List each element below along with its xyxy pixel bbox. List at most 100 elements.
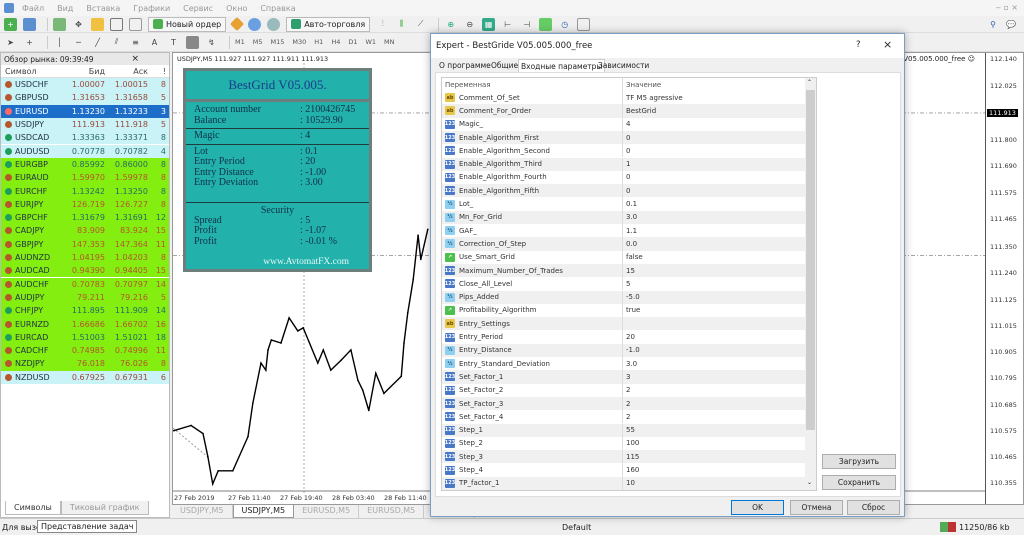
autotrading-button[interactable]: Авто-торговля	[286, 16, 371, 32]
parameter-value[interactable]: 0.1	[623, 200, 637, 208]
column-bid[interactable]: Бид	[71, 67, 105, 76]
parameter-value[interactable]: 2	[623, 413, 630, 421]
parameter-row[interactable]: ½ Entry_Distance -1.0	[442, 343, 805, 357]
search-icon[interactable]: ⚲	[990, 20, 996, 29]
parameter-value[interactable]: false	[623, 253, 643, 261]
window-controls[interactable]: ‒ ▫ ×	[996, 3, 1018, 12]
zoom-out-icon[interactable]: ⊖	[463, 18, 476, 31]
parameter-value[interactable]: 20	[623, 333, 635, 341]
parameter-value[interactable]: -1.0	[623, 346, 640, 354]
parameter-value[interactable]: 115	[623, 453, 639, 461]
scroll-up-icon[interactable]: ⌃	[807, 79, 812, 86]
parameter-value[interactable]: 2	[623, 400, 630, 408]
parameter-row[interactable]: 123 Enable_Algorithm_Fifth 0	[442, 184, 805, 198]
parameter-row[interactable]: 123 Set_Factor_3 2	[442, 396, 805, 411]
parameter-value[interactable]: 4	[623, 120, 630, 128]
parameter-value[interactable]: 0	[623, 173, 630, 181]
load-button[interactable]: Загрузить	[822, 454, 896, 469]
market-watch-row[interactable]: CHFJPY 111.895 111.909 14	[1, 304, 169, 318]
parameter-row[interactable]: 123 Step_2 100	[442, 436, 805, 451]
crosshair-icon[interactable]: +	[23, 36, 36, 49]
menu-item[interactable]: Окно	[226, 4, 247, 13]
tab-tick-chart[interactable]: Тиковый график	[60, 501, 149, 515]
line-chart-icon[interactable]: ⟋	[414, 18, 427, 31]
parameter-row[interactable]: 123 TP_factor_1 10	[442, 476, 805, 490]
tab-about[interactable]: О программе	[437, 59, 493, 72]
column-spread[interactable]: !	[148, 67, 166, 76]
chart-shift-icon[interactable]: ⊢	[501, 18, 514, 31]
menu-item[interactable]: Графики	[133, 4, 170, 13]
parameter-row[interactable]: 123 Maximum_Number_Of_Trades 15	[442, 263, 805, 278]
tab-inputs[interactable]: Входные параметры	[518, 59, 606, 73]
parameter-value[interactable]: 0	[623, 147, 630, 155]
timeframe-W1[interactable]: W1	[365, 38, 376, 46]
parameter-value[interactable]: 0	[623, 134, 630, 142]
parameter-row[interactable]: 123 Step_3 115	[442, 450, 805, 464]
navigator-icon[interactable]	[91, 17, 104, 31]
column-variable[interactable]: Переменная	[442, 78, 623, 92]
parameter-value[interactable]: 1.1	[623, 227, 637, 235]
timeframe-H1[interactable]: H1	[314, 38, 323, 46]
parameter-row[interactable]: 123 Set_Factor_2 2	[442, 383, 805, 397]
parameter-value[interactable]: 0	[623, 187, 630, 195]
parameter-value[interactable]: TF M5 agressive	[623, 94, 683, 102]
menu-item[interactable]: Файл	[22, 4, 44, 13]
parameter-row[interactable]: 123 Enable_Algorithm_Fourth 0	[442, 170, 805, 185]
parameter-value[interactable]: 2	[623, 386, 630, 394]
parameter-row[interactable]: ½ Mn_For_Grid 3.0	[442, 210, 805, 224]
ok-button[interactable]: OK	[731, 500, 784, 515]
market-watch-row[interactable]: NZDUSD 0.67925 0.67931 6	[1, 370, 169, 384]
market-watch-row[interactable]: GBPUSD 1.31653 1.31658 5	[1, 91, 169, 105]
price-axis[interactable]: 112.140 112.025 111.800 111.690 111.575 111.4…	[985, 53, 1023, 504]
parameter-row[interactable]: ½ Correction_Of_Step 0.0	[442, 237, 805, 251]
close-icon[interactable]: ×	[131, 54, 139, 64]
parameter-row[interactable]: 123 Set_Factor_1 3	[442, 370, 805, 384]
timeframe-MN[interactable]: MN	[384, 38, 394, 46]
column-ask[interactable]: Аск	[105, 67, 148, 76]
parameter-row[interactable]: 123 Enable_Algorithm_Second 0	[442, 144, 805, 158]
market-watch-row[interactable]: EURCAD 1.51003 1.51021 18	[1, 330, 169, 344]
cursor-icon[interactable]: ➤	[4, 36, 17, 49]
market-watch-row[interactable]: AUDJPY 79.211 79.216 5	[1, 290, 169, 305]
parameter-row[interactable]: ½ GAF_ 1.1	[442, 224, 805, 238]
parameter-value[interactable]: 1	[623, 160, 630, 168]
market-watch-row[interactable]: GBPCHF 1.31679 1.31691 12	[1, 211, 169, 225]
scrollbar-thumb[interactable]	[806, 90, 815, 430]
chart-tab[interactable]: EURUSD,M5	[359, 505, 425, 518]
chart-tab[interactable]: USDJPY,M5	[232, 505, 295, 518]
rectangle-icon[interactable]	[186, 35, 199, 49]
timeframe-D1[interactable]: D1	[348, 38, 357, 46]
market-watch-row[interactable]: USDCAD 1.33363 1.33371 8	[1, 131, 169, 145]
tab-common[interactable]: Общие	[489, 59, 520, 72]
timeframe-M30[interactable]: M30	[292, 38, 306, 46]
parameter-row[interactable]: ½ Entry_Standard_Deviation 3.0	[442, 357, 805, 371]
market-watch-row[interactable]: EURJPY 126.719 126.727 8	[1, 197, 169, 211]
parameter-value[interactable]: 3.0	[623, 213, 637, 221]
templates-icon[interactable]	[577, 17, 591, 31]
market-watch-row[interactable]: EURUSD 1.13230 1.13233 3	[1, 104, 169, 118]
parameter-value[interactable]: true	[623, 306, 640, 314]
menu-item[interactable]: Вставка	[86, 4, 120, 13]
scroll-down-icon[interactable]: ⌄	[807, 479, 812, 486]
tester-icon[interactable]	[129, 17, 142, 31]
market-watch-row[interactable]: NZDJPY 76.018 76.026 8	[1, 357, 169, 371]
parameter-row[interactable]: ab Comment_For_Order BestGrid	[442, 104, 805, 118]
parameter-row[interactable]: 123 Enable_Algorithm_Third 1	[442, 157, 805, 171]
profiles-icon[interactable]	[23, 17, 36, 31]
parameter-value[interactable]: 0.0	[623, 240, 637, 248]
reset-button[interactable]: Сброс	[847, 500, 900, 515]
parameter-row[interactable]: 123 Step_1 55	[442, 423, 805, 437]
parameter-value[interactable]: 55	[623, 426, 635, 434]
new-chart-icon[interactable]: +	[4, 17, 17, 31]
chart-tab[interactable]: EURUSD,M5	[294, 505, 360, 518]
indicators-icon[interactable]	[539, 17, 553, 31]
parameter-value[interactable]: 160	[623, 466, 639, 474]
candlestick-icon[interactable]: ⫼	[395, 18, 408, 31]
help-button[interactable]: ?	[856, 40, 861, 50]
market-watch-row[interactable]: AUDUSD 0.70778 0.70782 4	[1, 144, 169, 158]
parameter-row[interactable]: 123 Step_4 160	[442, 463, 805, 477]
parameter-value[interactable]: 15	[623, 267, 635, 275]
chart-tab[interactable]: USDJPY,M5	[172, 505, 233, 518]
market-watch-row[interactable]: EURAUD 1.59970 1.59978 8	[1, 171, 169, 185]
trendline-icon[interactable]: ╱	[91, 36, 104, 49]
